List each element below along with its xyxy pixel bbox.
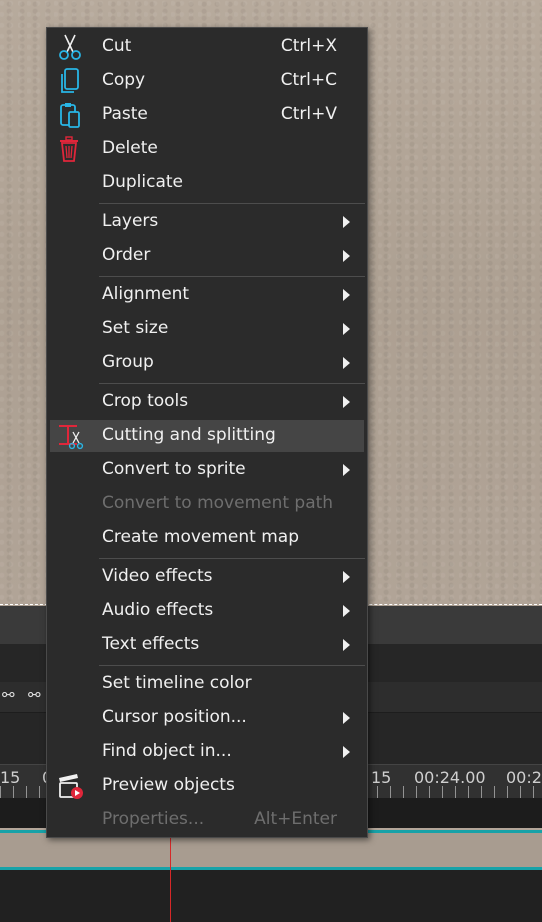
submenu-arrow-icon <box>343 464 350 476</box>
menu-item-label: Crop tools <box>102 391 189 411</box>
menu-item-preview-objects[interactable]: Preview objects <box>50 770 364 802</box>
menu-item-copy[interactable]: Copy Ctrl+C <box>50 65 364 97</box>
ruler-label: 00:2 <box>506 768 542 787</box>
submenu-arrow-icon <box>343 289 350 301</box>
timeline-tool-icon-2[interactable]: ⚯ <box>28 686 41 704</box>
menu-item-label: Paste <box>102 104 148 124</box>
menu-item-crop-tools[interactable]: Crop tools <box>50 386 364 418</box>
menu-separator <box>99 276 365 277</box>
submenu-arrow-icon <box>343 639 350 651</box>
menu-separator <box>99 665 365 666</box>
menu-item-label: Find object in... <box>102 741 232 761</box>
context-menu: Cut Ctrl+X Copy Ctrl+C Paste Ctrl+V Dele… <box>46 27 368 838</box>
menu-item-label: Set size <box>102 318 169 338</box>
menu-item-label: Set timeline color <box>102 673 252 693</box>
menu-item-label: Alignment <box>102 284 190 304</box>
menu-separator <box>99 203 365 204</box>
trash-icon <box>60 136 78 162</box>
menu-item-shortcut: Ctrl+C <box>280 70 337 90</box>
menu-item-set-size[interactable]: Set size <box>50 313 364 345</box>
submenu-arrow-icon <box>343 250 350 262</box>
menu-item-shortcut: Ctrl+V <box>280 104 337 124</box>
menu-item-label: Cutting and splitting <box>102 425 276 445</box>
ruler-label: 15 <box>0 768 21 787</box>
menu-item-cursor-position[interactable]: Cursor position... <box>50 702 364 734</box>
menu-item-label: Cursor position... <box>102 707 247 727</box>
menu-item-label: Audio effects <box>102 600 214 620</box>
menu-item-convert-to-movement-path: Convert to movement path <box>50 488 364 520</box>
menu-item-label: Delete <box>102 138 158 158</box>
menu-item-convert-to-sprite[interactable]: Convert to sprite <box>50 454 364 486</box>
menu-item-label: Properties... <box>102 809 205 829</box>
menu-item-properties: Properties... Alt+Enter <box>50 804 364 836</box>
menu-item-create-movement-map[interactable]: Create movement map <box>50 522 364 554</box>
preview-clapper-icon <box>59 774 83 799</box>
menu-item-label: Copy <box>102 70 146 90</box>
menu-item-label: Convert to movement path <box>102 493 334 513</box>
ruler-label: 15 <box>371 768 392 787</box>
menu-item-label: Preview objects <box>102 775 235 795</box>
menu-item-audio-effects[interactable]: Audio effects <box>50 595 364 627</box>
scissors-icon <box>59 34 81 60</box>
menu-item-label: Cut <box>102 36 132 56</box>
paste-icon <box>60 103 80 128</box>
submenu-arrow-icon <box>343 357 350 369</box>
menu-item-order[interactable]: Order <box>50 240 364 272</box>
menu-item-text-effects[interactable]: Text effects <box>50 629 364 661</box>
submenu-arrow-icon <box>343 571 350 583</box>
menu-item-video-effects[interactable]: Video effects <box>50 561 364 593</box>
cut-split-icon <box>59 425 84 450</box>
submenu-arrow-icon <box>343 712 350 724</box>
menu-item-duplicate[interactable]: Duplicate <box>50 167 364 199</box>
menu-item-label: Group <box>102 352 154 372</box>
menu-item-alignment[interactable]: Alignment <box>50 279 364 311</box>
menu-item-label: Create movement map <box>102 527 300 547</box>
submenu-arrow-icon <box>343 746 350 758</box>
menu-item-shortcut: Ctrl+X <box>280 36 337 56</box>
menu-item-label: Order <box>102 245 151 265</box>
menu-item-layers[interactable]: Layers <box>50 206 364 238</box>
ruler-label: 00:24.00 <box>414 768 486 787</box>
menu-item-group[interactable]: Group <box>50 347 364 379</box>
timeline-cursor[interactable] <box>170 828 171 922</box>
menu-item-label: Layers <box>102 211 159 231</box>
menu-item-label: Duplicate <box>102 172 183 192</box>
menu-item-shortcut: Alt+Enter <box>254 809 337 829</box>
menu-item-label: Video effects <box>102 566 213 586</box>
submenu-arrow-icon <box>343 323 350 335</box>
menu-separator <box>99 383 365 384</box>
menu-item-label: Convert to sprite <box>102 459 246 479</box>
menu-item-paste[interactable]: Paste Ctrl+V <box>50 99 364 131</box>
menu-item-label: Text effects <box>102 634 200 654</box>
menu-item-cut[interactable]: Cut Ctrl+X <box>50 31 364 63</box>
copy-icon <box>61 68 79 93</box>
menu-separator <box>99 558 365 559</box>
timeline-tool-icon[interactable]: ⚯ <box>2 686 15 704</box>
submenu-arrow-icon <box>343 396 350 408</box>
menu-item-cutting-and-splitting[interactable]: Cutting and splitting <box>50 420 364 452</box>
menu-item-delete[interactable]: Delete <box>50 133 364 165</box>
timeline-track <box>0 870 542 922</box>
submenu-arrow-icon <box>343 216 350 228</box>
submenu-arrow-icon <box>343 605 350 617</box>
menu-item-set-timeline-color[interactable]: Set timeline color <box>50 668 364 700</box>
menu-item-find-object-in[interactable]: Find object in... <box>50 736 364 768</box>
